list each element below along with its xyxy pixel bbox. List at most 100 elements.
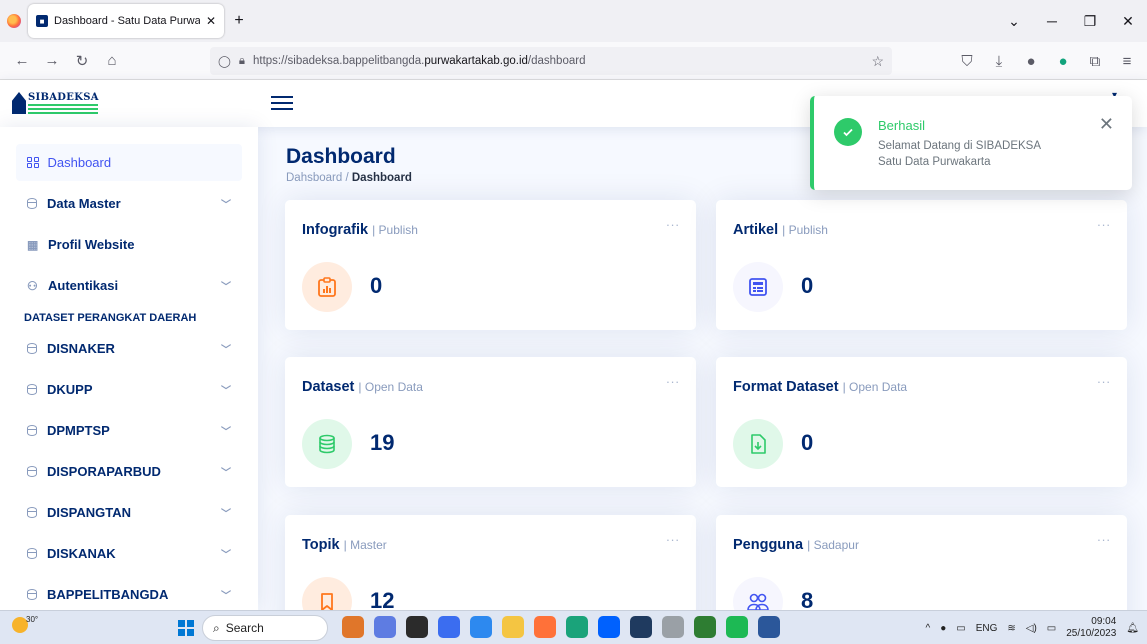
reload-icon[interactable]: ↻ — [68, 47, 96, 75]
extensions-icon[interactable]: ⧉ — [1081, 47, 1109, 75]
sidebar-item-dispangtan[interactable]: DISPANGTAN ﹀ — [16, 494, 242, 531]
toast-title: Berhasil — [878, 118, 925, 133]
chevron-down-icon: ﹀ — [221, 509, 231, 520]
card-title: Pengguna | Sadapur — [733, 537, 859, 553]
app-icon[interactable] — [470, 616, 492, 638]
app-icon[interactable] — [662, 616, 684, 638]
extension-icon[interactable]: ● — [1017, 47, 1045, 75]
logo[interactable]: SIBADEKSA — [12, 92, 122, 116]
firefox-icon — [7, 14, 21, 28]
tab-list-icon[interactable]: ⌄ — [995, 13, 1033, 30]
app-icon[interactable] — [342, 616, 364, 638]
home-icon[interactable]: ⌂ — [98, 47, 126, 75]
sidebar-item-autentikasi[interactable]: ⚇ Autentikasi ﹀ — [16, 267, 242, 304]
app-icon[interactable] — [374, 616, 396, 638]
card-menu-icon[interactable]: ... — [1097, 371, 1111, 386]
pocket-icon[interactable]: ⛉ — [953, 47, 981, 75]
app-icon[interactable] — [438, 616, 460, 638]
firefox-menu[interactable] — [0, 0, 28, 42]
taskbar-search[interactable]: ⌕ Search — [202, 615, 328, 641]
bookmark-icon — [302, 577, 352, 610]
sidebar-item-label: DPMPTSP — [47, 423, 110, 438]
sidebar-item-label: BAPPELITBANGDA — [47, 587, 169, 602]
favicon-icon: ■ — [36, 15, 48, 27]
card-value: 19 — [370, 430, 395, 455]
sidebar-item-label: DISNAKER — [47, 341, 115, 356]
spotify-icon[interactable] — [726, 616, 748, 638]
window-controls: ⌄ ─ ❐ ✕ — [995, 0, 1147, 42]
close-window-icon[interactable]: ✕ — [1109, 13, 1147, 30]
browser-tab-bar: ■ Dashboard - Satu Data Purwaka ✕ + ⌄ ─ … — [0, 0, 1147, 42]
toggle-sidebar-button[interactable] — [271, 92, 293, 114]
grid-icon — [27, 156, 39, 169]
sidebar-item-dashboard[interactable]: Dashboard — [16, 144, 242, 181]
dropbox-icon[interactable] — [598, 616, 620, 638]
sidebar-item-disnaker[interactable]: DISNAKER ﹀ — [16, 330, 242, 367]
sidebar-item-diskanak[interactable]: DISKANAK ﹀ — [16, 535, 242, 572]
success-toast: Berhasil Selamat Datang di SIBADEKSA Sat… — [810, 96, 1132, 190]
app-icon[interactable] — [406, 616, 428, 638]
chevron-down-icon: ﹀ — [221, 200, 231, 211]
close-tab-icon[interactable]: ✕ — [206, 14, 216, 28]
menu-icon[interactable]: ≡ — [1113, 47, 1141, 75]
sidebar-item-dkupp[interactable]: DKUPP ﹀ — [16, 371, 242, 408]
weather-widget[interactable]: 30° — [8, 615, 38, 639]
sidebar-item-profil-website[interactable]: ▦ Profil Website — [16, 226, 242, 263]
card-pengguna: ... Pengguna | Sadapur 8 — [716, 515, 1127, 610]
account-icon[interactable]: ● — [1049, 47, 1077, 75]
browser-tab[interactable]: ■ Dashboard - Satu Data Purwaka ✕ — [28, 4, 224, 38]
back-icon[interactable]: ← — [8, 47, 36, 75]
volume-icon[interactable]: ◁) — [1026, 623, 1037, 634]
card-value: 8 — [801, 588, 814, 610]
sidebar-item-disporaparbud[interactable]: DISPORAPARBUD ﹀ — [16, 453, 242, 490]
card-title: Infografik | Publish — [302, 222, 418, 238]
tray-app-icon[interactable]: ● — [940, 623, 946, 634]
sidebar-item-label: Autentikasi — [48, 278, 119, 293]
language-indicator[interactable]: ENG — [976, 623, 998, 634]
chevron-down-icon: ﹀ — [221, 427, 231, 438]
sidebar-item-data-master[interactable]: Data Master ﹀ — [16, 185, 242, 222]
hamburger-line — [271, 108, 293, 110]
new-tab-button[interactable]: + — [224, 0, 254, 42]
chevron-up-icon[interactable]: ^ — [925, 623, 930, 634]
database-icon — [27, 343, 37, 354]
bookmark-star-icon[interactable]: ☆ — [871, 53, 884, 70]
logo-tagline — [28, 104, 98, 106]
wifi-icon[interactable]: ≋ — [1007, 623, 1015, 634]
chevron-down-icon: ﹀ — [221, 345, 231, 356]
edge-icon[interactable] — [566, 616, 588, 638]
search-label: Search — [225, 621, 264, 635]
card-menu-icon[interactable]: ... — [1097, 529, 1111, 544]
shield-icon: ◯ — [218, 56, 231, 68]
app-icon[interactable] — [694, 616, 716, 638]
sidebar-item-label: Data Master — [47, 196, 121, 211]
firefox-icon[interactable] — [534, 616, 556, 638]
breadcrumb-home[interactable]: Dahsboard — [286, 172, 342, 184]
close-icon[interactable]: ✕ — [1099, 114, 1114, 135]
sidebar-item-bappelitbangda[interactable]: BAPPELITBANGDA ﹀ — [16, 576, 242, 610]
url-bar[interactable]: ◯ 🔒︎ https://sibadeksa.bappelitbangda.pu… — [210, 47, 892, 75]
card-menu-icon[interactable]: ... — [666, 371, 680, 386]
card-value: 0 — [370, 273, 383, 298]
maximize-icon[interactable]: ❐ — [1071, 13, 1109, 30]
card-menu-icon[interactable]: ... — [666, 529, 680, 544]
notification-bell-icon[interactable]: 🔔︎ — [1126, 623, 1139, 634]
app-icon[interactable] — [630, 616, 652, 638]
logo-icon — [12, 92, 26, 114]
database-icon — [27, 425, 37, 436]
temperature: 30° — [26, 615, 39, 624]
people-icon: ⚇ — [27, 278, 38, 293]
forward-icon[interactable]: → — [38, 47, 66, 75]
download-icon[interactable]: ⤓ — [985, 47, 1013, 75]
database-icon — [302, 419, 352, 469]
minimize-icon[interactable]: ─ — [1033, 13, 1071, 29]
word-icon[interactable] — [758, 616, 780, 638]
sidebar-item-dpmptsp[interactable]: DPMPTSP ﹀ — [16, 412, 242, 449]
battery-icon[interactable]: ▭ — [1047, 623, 1056, 634]
clock[interactable]: 09:04 25/10/2023 — [1066, 616, 1116, 640]
windows-start-icon[interactable] — [178, 620, 194, 636]
keyboard-icon[interactable]: ▭ — [956, 623, 965, 634]
card-menu-icon[interactable]: ... — [1097, 214, 1111, 229]
folder-icon[interactable] — [502, 616, 524, 638]
card-menu-icon[interactable]: ... — [666, 214, 680, 229]
